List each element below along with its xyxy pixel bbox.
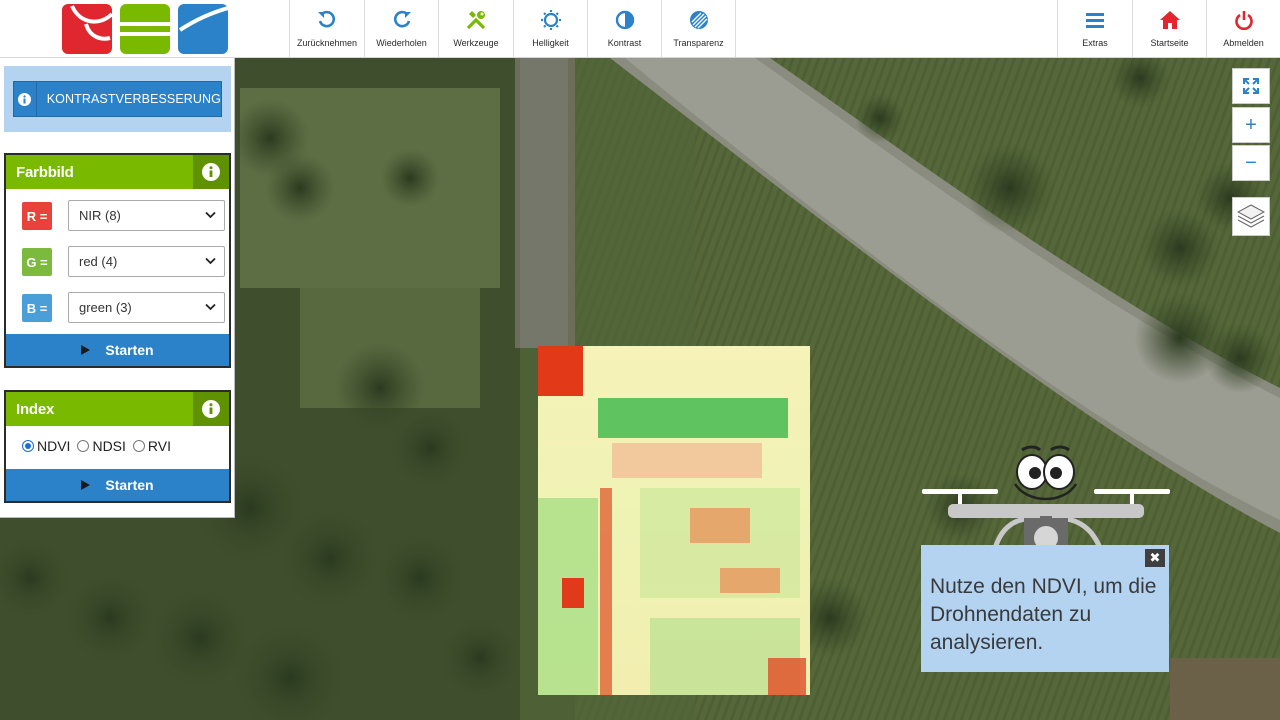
radio-rvi-control[interactable] [132, 440, 145, 452]
color-composite-header: Farbbild [6, 155, 229, 189]
zoom-out-button[interactable]: − [1232, 145, 1270, 181]
tools-panel: KONTRASTVERBESSERUNG Farbbild R = NIR (8… [0, 58, 235, 518]
index-radio-group: NDVI NDSI RVI [22, 438, 178, 454]
index-title: Index [16, 401, 55, 418]
band-select-blue-value: green (3) [79, 300, 132, 315]
info-icon [14, 82, 37, 116]
color-composite-title: Farbbild [16, 164, 74, 181]
redo-button[interactable]: Wiederholen [364, 0, 438, 58]
radio-ndvi-control[interactable] [22, 440, 34, 452]
tools-icon [465, 9, 487, 31]
radio-rvi-label: RVI [147, 438, 171, 454]
radio-ndsi-control[interactable] [77, 440, 90, 452]
brightness-label: Helligkeit [532, 38, 569, 48]
band-select-green-value: red (4) [79, 254, 118, 269]
redo-label: Wiederholen [376, 38, 427, 48]
radio-ndvi[interactable]: NDVI [22, 438, 70, 454]
helper-speech-bubble: ✖ Nutze den NDVI, um die Drohnendaten zu… [921, 545, 1169, 672]
band-row-green: G = red (4) [22, 246, 227, 278]
plus-icon: + [1245, 113, 1257, 136]
contrast-icon [614, 9, 636, 31]
band-row-blue: B = green (3) [22, 292, 227, 324]
transparency-icon [688, 9, 710, 31]
tools-label: Werkzeuge [453, 38, 499, 48]
index-info-icon[interactable] [193, 392, 229, 426]
band-select-red-value: NIR (8) [79, 208, 121, 223]
band-tag-red: R = [22, 202, 52, 230]
minus-icon: − [1245, 151, 1257, 174]
sun-icon [540, 9, 562, 31]
contrast-button[interactable]: Kontrast [587, 0, 661, 58]
contrast-enhancement-button[interactable]: KONTRASTVERBESSERUNG [13, 81, 222, 117]
contrast-label: Kontrast [607, 38, 642, 48]
brightness-button[interactable]: Helligkeit [513, 0, 587, 58]
color-composite-info-icon[interactable] [193, 155, 229, 189]
band-select-blue[interactable]: green (3) [68, 292, 225, 323]
index-start-button[interactable]: Starten [6, 469, 229, 501]
menu-icon [1084, 9, 1106, 31]
power-icon [1233, 9, 1255, 31]
band-select-red[interactable]: NIR (8) [68, 200, 225, 231]
expand-icon [1243, 78, 1259, 94]
undo-label: Zurücknehmen [296, 38, 358, 48]
color-composite-start-label: Starten [105, 342, 154, 358]
band-tag-blue: B = [22, 294, 52, 322]
fullscreen-button[interactable] [1232, 68, 1270, 104]
contrast-enhancement-label: KONTRASTVERBESSERUNG [46, 92, 221, 106]
helper-message: Nutze den NDVI, um die Drohnendaten zu a… [930, 575, 1157, 654]
radio-rvi[interactable]: RVI [132, 438, 171, 454]
band-tag-green: G = [22, 248, 52, 276]
layers-icon [1237, 203, 1265, 228]
color-composite-box: Farbbild R = NIR (8) G = red (4) B = gre… [4, 153, 231, 368]
transparency-label: Transparenz [673, 38, 724, 48]
band-select-green[interactable]: red (4) [68, 246, 225, 277]
close-helper-button[interactable]: ✖ [1145, 549, 1165, 567]
chevron-down-icon [205, 211, 216, 219]
play-icon [81, 345, 91, 355]
zoom-in-button[interactable]: + [1232, 107, 1270, 143]
extras-button[interactable]: Extras [1057, 0, 1132, 58]
chevron-down-icon [205, 303, 216, 311]
chevron-down-icon [205, 257, 216, 265]
radio-ndsi[interactable]: NDSI [77, 438, 126, 454]
logout-label: Abmelden [1223, 38, 1264, 48]
app-logo[interactable] [62, 4, 229, 54]
home-button[interactable]: Startseite [1132, 0, 1206, 58]
transparency-button[interactable]: Transparenz [661, 0, 736, 58]
contrast-enhancement-section: KONTRASTVERBESSERUNG [4, 66, 231, 132]
index-box: Index NDVI NDSI RVI Starten [4, 390, 231, 503]
ndvi-overlay [538, 346, 810, 695]
color-composite-start-button[interactable]: Starten [6, 334, 229, 366]
undo-icon [316, 9, 338, 31]
top-toolbar: Zurücknehmen Wiederholen Werkzeuge Helli… [0, 0, 1280, 58]
undo-button[interactable]: Zurücknehmen [289, 0, 364, 58]
logout-button[interactable]: Abmelden [1206, 0, 1280, 58]
index-start-label: Starten [105, 477, 154, 493]
band-row-red: R = NIR (8) [22, 200, 227, 232]
home-icon [1159, 9, 1181, 31]
home-label: Startseite [1150, 38, 1189, 48]
radio-ndsi-label: NDSI [92, 438, 126, 454]
redo-icon [391, 9, 413, 31]
index-header: Index [6, 392, 229, 426]
layers-button[interactable] [1232, 197, 1270, 236]
extras-label: Extras [1082, 38, 1108, 48]
radio-ndvi-label: NDVI [37, 438, 71, 454]
tools-button[interactable]: Werkzeuge [438, 0, 513, 58]
play-icon [81, 480, 91, 490]
